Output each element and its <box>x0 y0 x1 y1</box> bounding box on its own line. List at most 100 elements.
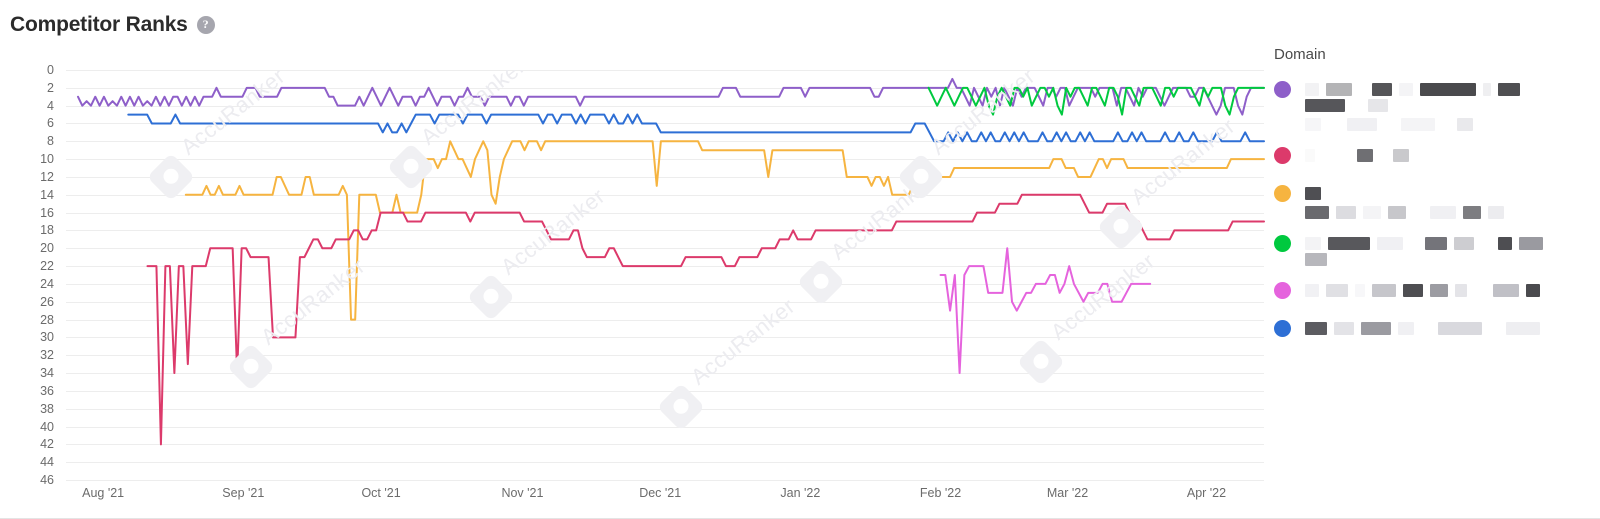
legend-domain-label-redacted <box>1305 183 1534 219</box>
y-tick-label: 30 <box>40 330 54 345</box>
redacted-block <box>1519 237 1543 250</box>
redacted-block <box>1526 284 1540 297</box>
redacted-block <box>1506 322 1540 335</box>
redacted-block <box>1328 118 1340 131</box>
legend-title: Domain <box>1274 46 1326 63</box>
redacted-block <box>1425 237 1447 250</box>
x-tick-label: Feb '22 <box>919 486 962 500</box>
redacted-block <box>1372 284 1396 297</box>
redacted-block <box>1305 206 1329 219</box>
redacted-block <box>1399 83 1413 96</box>
gridline <box>66 480 1264 481</box>
x-tick-label: Oct '21 <box>361 486 401 500</box>
redacted-block <box>1384 118 1394 131</box>
y-tick-label: 4 <box>47 98 54 113</box>
redacted-block <box>1454 237 1474 250</box>
x-tick-label: Aug '21 <box>82 486 125 500</box>
redacted-block <box>1455 284 1467 297</box>
x-tick-label: Nov '21 <box>501 486 544 500</box>
legend-item-0[interactable] <box>1274 79 1574 131</box>
redacted-block <box>1377 237 1403 250</box>
redacted-block <box>1305 284 1319 297</box>
legend-color-dot <box>1274 81 1291 98</box>
redacted-block <box>1388 206 1406 219</box>
redacted-block <box>1305 237 1321 250</box>
y-tick-label: 38 <box>40 401 54 416</box>
redacted-block <box>1305 83 1319 96</box>
redacted-block <box>1421 322 1431 335</box>
redacted-block <box>1355 284 1365 297</box>
redacted-block <box>1326 284 1348 297</box>
redacted-block <box>1328 237 1370 250</box>
redacted-block <box>1488 206 1504 219</box>
legend-item-2[interactable] <box>1274 183 1574 219</box>
series-magenta <box>939 247 1152 375</box>
redacted-block <box>1322 149 1350 162</box>
y-tick-label: 32 <box>40 348 54 363</box>
redacted-block <box>1498 83 1520 96</box>
y-tick-label: 28 <box>40 312 54 327</box>
redacted-block <box>1393 149 1409 162</box>
series-group <box>76 77 1265 446</box>
y-tick-label: 2 <box>47 80 54 95</box>
y-tick-label: 10 <box>40 152 54 167</box>
legend-item-3[interactable] <box>1274 233 1574 266</box>
y-tick-label: 34 <box>40 366 54 381</box>
redacted-block <box>1334 322 1354 335</box>
legend-item-1[interactable] <box>1274 145 1574 169</box>
y-tick-label: 6 <box>47 116 54 131</box>
x-axis: Aug '21 Sep '21 Oct '21 Nov '21 Dec '21 Jan '… <box>66 486 1264 510</box>
legend-color-dot <box>1274 185 1291 202</box>
y-tick-label: 36 <box>40 383 54 398</box>
redacted-block <box>1420 83 1476 96</box>
legend-color-dot <box>1274 235 1291 252</box>
y-tick-label: 42 <box>40 437 54 452</box>
redacted-block <box>1305 99 1345 112</box>
redacted-block <box>1305 187 1321 200</box>
series-purple <box>76 77 1265 116</box>
redacted-block <box>1442 118 1450 131</box>
help-icon[interactable]: ? <box>196 15 215 34</box>
redacted-block <box>1489 322 1499 335</box>
redacted-block <box>1347 118 1377 131</box>
redacted-block <box>1361 322 1391 335</box>
legend-domain-label-redacted <box>1305 280 1540 297</box>
x-tick-label: Dec '21 <box>639 486 682 500</box>
redacted-block <box>1305 322 1327 335</box>
x-tick-label: Mar '22 <box>1046 486 1089 500</box>
redacted-block <box>1401 118 1435 131</box>
y-tick-label: 26 <box>40 294 54 309</box>
redacted-block <box>1403 284 1423 297</box>
redacted-block <box>1359 83 1365 96</box>
redacted-block <box>1326 83 1352 96</box>
redacted-block <box>1474 284 1486 297</box>
series-blue <box>127 113 1265 143</box>
redacted-block <box>1498 237 1512 250</box>
y-tick-label: 14 <box>40 187 54 202</box>
series-yellow <box>184 140 1265 321</box>
redacted-block <box>1481 237 1491 250</box>
redacted-block <box>1457 118 1473 131</box>
x-tick-label: Jan '22 <box>780 486 821 500</box>
y-tick-label: 46 <box>40 473 54 487</box>
redacted-block <box>1352 99 1361 112</box>
legend: Domain <box>1274 46 1574 356</box>
y-tick-label: 22 <box>40 259 54 274</box>
y-tick-label: 18 <box>40 223 54 238</box>
redacted-block <box>1430 206 1456 219</box>
redacted-block <box>1398 322 1414 335</box>
y-tick-label: 20 <box>40 241 54 256</box>
legend-color-dot <box>1274 282 1291 299</box>
redacted-block <box>1305 253 1327 266</box>
y-axis: 0 2 4 6 8 10 12 14 16 18 20 22 24 26 28 30 32 34 36 38 40 42 4… <box>0 63 60 487</box>
y-tick-label: 40 <box>40 419 54 434</box>
x-tick-label: Apr '22 <box>1186 486 1227 500</box>
legend-domain-label-redacted <box>1305 318 1540 335</box>
legend-item-4[interactable] <box>1274 280 1574 304</box>
redacted-block <box>1493 284 1519 297</box>
redacted-block <box>1305 149 1315 162</box>
redacted-block <box>1430 284 1448 297</box>
plot-area <box>66 70 1265 481</box>
series-crimson <box>146 193 1265 446</box>
legend-item-5[interactable] <box>1274 318 1574 342</box>
